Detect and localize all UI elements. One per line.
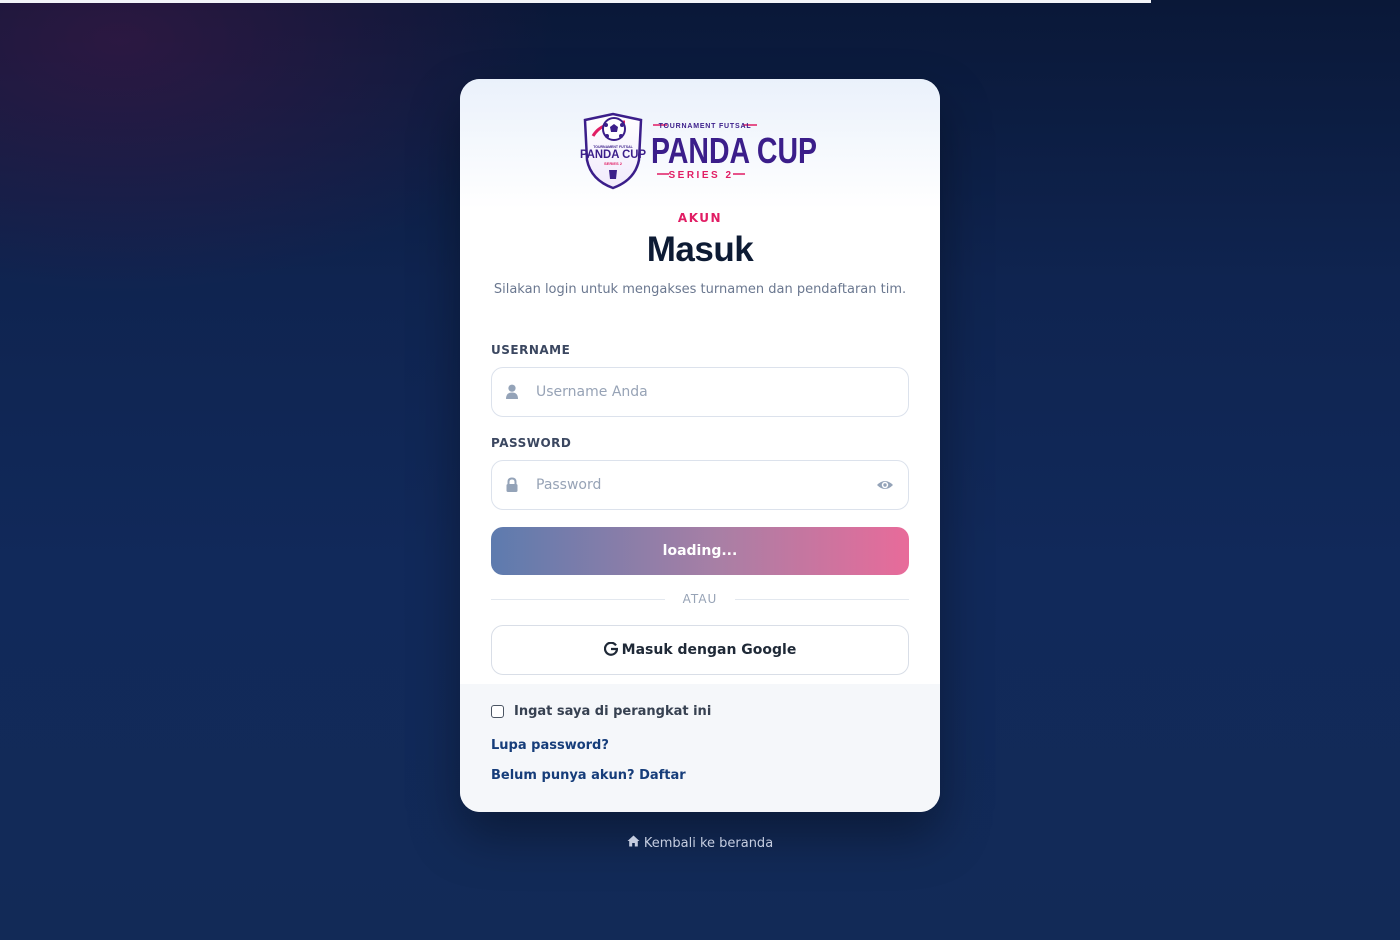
divider-label: ATAU — [665, 592, 735, 606]
back-home-label: Kembali ke beranda — [643, 835, 774, 851]
eye-icon[interactable] — [876, 477, 894, 491]
panda-cup-logo: TOURNAMENT FUTSAL PANDA CUP SERIES 2 TOU… — [579, 112, 825, 190]
back-home-link[interactable]: Kembali ke beranda — [0, 835, 1400, 851]
login-submit-button[interactable]: loading... — [491, 527, 909, 575]
user-icon — [505, 384, 519, 400]
page-title: Masuk — [646, 230, 754, 269]
username-input[interactable] — [536, 368, 856, 415]
lock-icon — [505, 477, 519, 493]
badge-title: PANDA CUP — [580, 147, 646, 161]
remember-checkbox[interactable] — [491, 705, 504, 718]
google-login-button[interactable]: Masuk dengan Google — [491, 625, 909, 675]
login-card: TOURNAMENT FUTSAL PANDA CUP SERIES 2 TOU… — [460, 79, 940, 812]
password-field-wrapper — [491, 460, 909, 510]
username-field-wrapper — [491, 367, 909, 417]
logo-series: SERIES 2 — [668, 170, 733, 181]
logo-wordmark: PANDA CUP — [651, 130, 817, 171]
page-load-indicator — [0, 0, 1151, 3]
register-link[interactable]: Belum punya akun? Daftar — [491, 768, 686, 783]
google-icon — [603, 641, 618, 660]
remember-label[interactable]: Ingat saya di perangkat ini — [514, 704, 711, 719]
section-eyebrow: AKUN — [677, 211, 723, 225]
card-footer: Ingat saya di perangkat ini Lupa passwor… — [460, 684, 940, 812]
home-icon — [627, 835, 640, 851]
password-input[interactable] — [536, 461, 856, 508]
forgot-password-link[interactable]: Lupa password? — [491, 738, 609, 753]
password-label: PASSWORD — [491, 436, 572, 450]
badge-series: SERIES 2 — [604, 161, 623, 166]
username-label: USERNAME — [491, 343, 571, 357]
page-subtitle: Silakan login untuk mengakses turnamen d… — [493, 282, 907, 297]
google-login-label: Masuk dengan Google — [621, 642, 797, 658]
logo-kicker: TOURNAMENT FUTSAL — [659, 123, 752, 130]
